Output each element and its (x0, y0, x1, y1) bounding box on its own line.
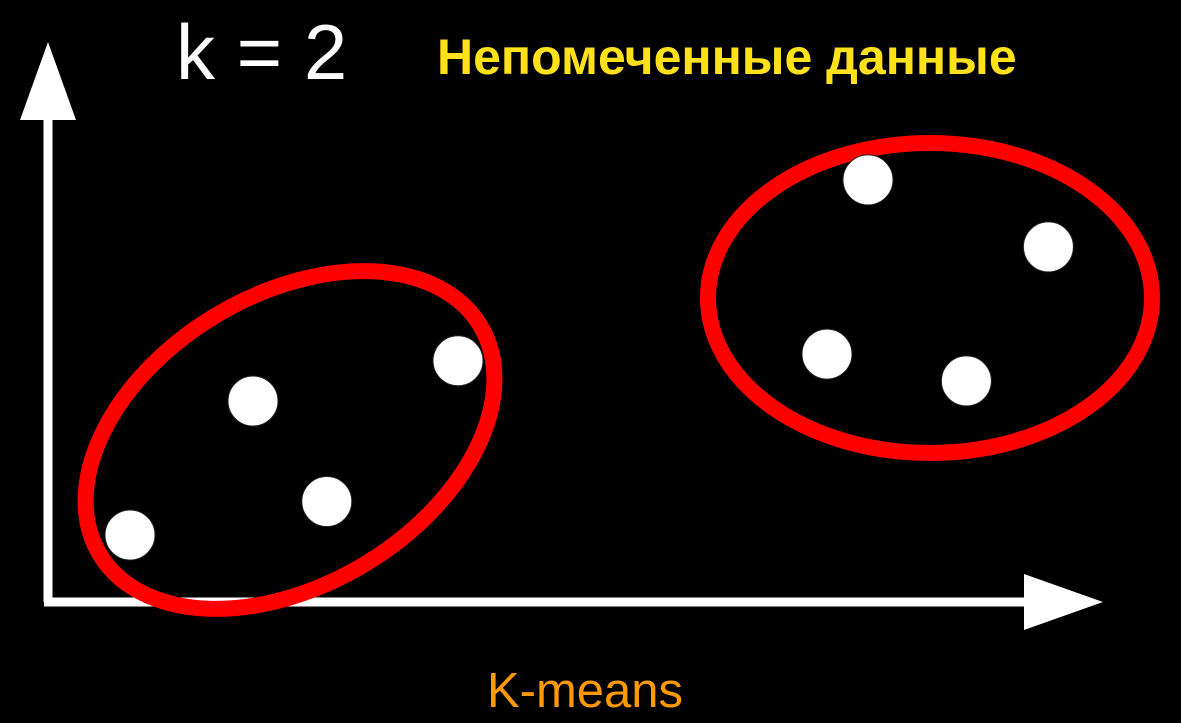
cluster-outline-right (700, 135, 1160, 461)
kmeans-diagram: k = 2 Непомеченные данные K-means (20, 8, 1160, 718)
data-points (104, 154, 1074, 561)
data-point (301, 476, 353, 527)
cluster-outline-left (77, 263, 503, 617)
y-axis-arrowhead (20, 42, 76, 120)
cluster-points-2 (801, 154, 1074, 407)
algorithm-caption: K-means (487, 664, 683, 718)
data-point (940, 355, 992, 407)
x-axis-arrowhead (1024, 574, 1103, 630)
data-point (801, 328, 853, 380)
unlabeled-data-title: Непомеченные данные (437, 29, 1017, 85)
data-point (104, 509, 156, 561)
data-point (227, 375, 279, 427)
k-value-label: k = 2 (176, 8, 347, 96)
data-point (842, 154, 894, 206)
data-point (432, 335, 484, 387)
data-point (1022, 221, 1074, 273)
